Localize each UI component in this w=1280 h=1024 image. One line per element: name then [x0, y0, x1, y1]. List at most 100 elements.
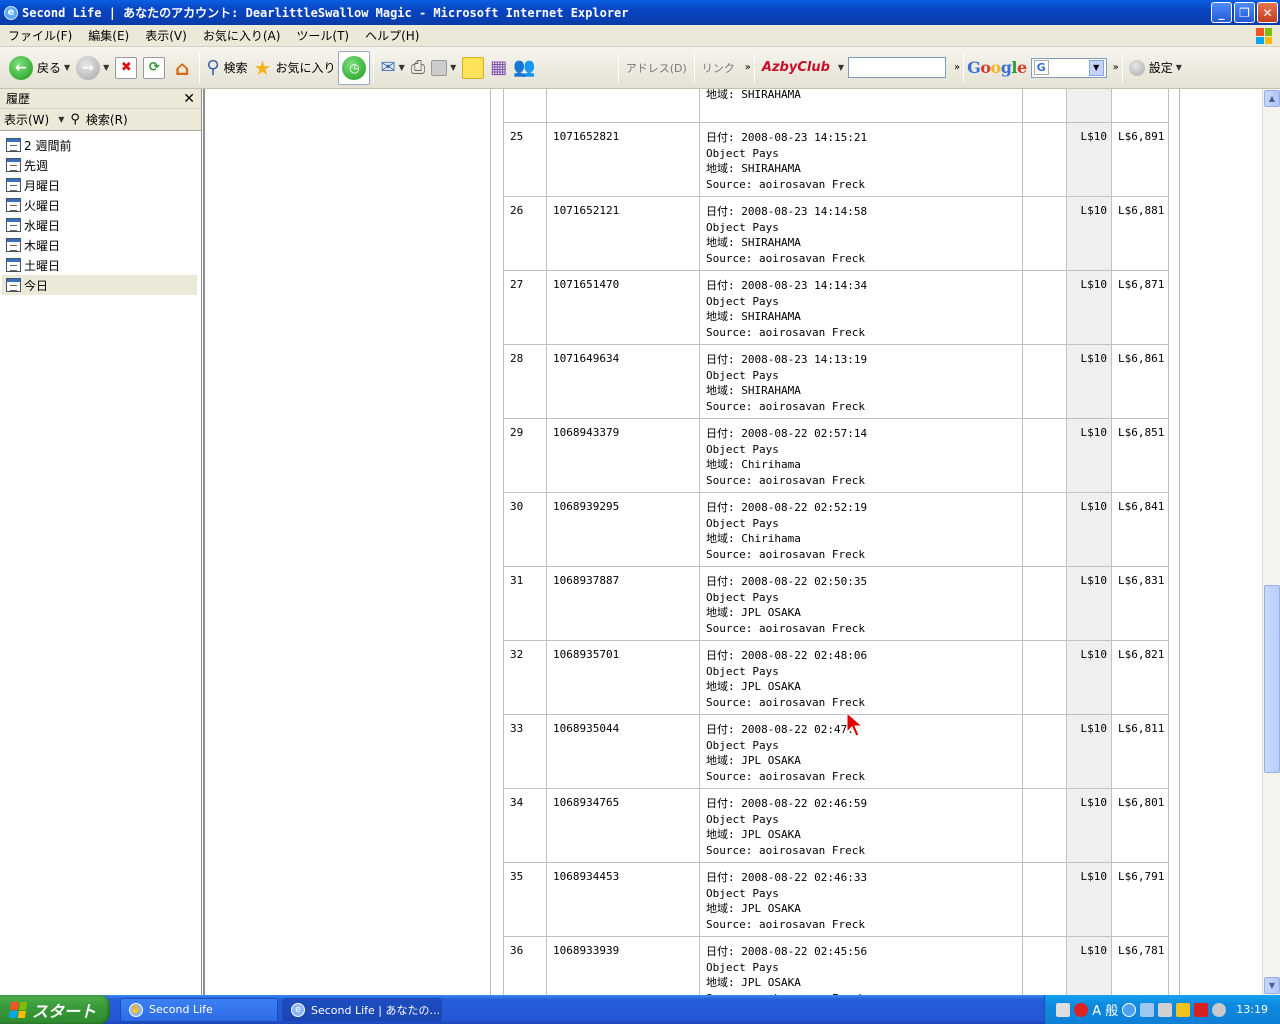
minimize-button[interactable]: _ [1211, 2, 1232, 23]
menu-favorites[interactable]: お気に入り(A) [195, 27, 289, 44]
history-item-2-weeks-ago[interactable]: 2 週間前 [0, 135, 201, 155]
close-button[interactable]: ✕ [1257, 2, 1278, 23]
google-logo[interactable]: Google [967, 58, 1027, 77]
refresh-button[interactable]: ⟳ [140, 51, 168, 85]
address-label[interactable]: アドレス(D) [622, 60, 691, 76]
cell-type: Object Pays [706, 886, 779, 900]
ime-mode[interactable]: A 般 [1092, 1000, 1118, 1019]
cell-transaction-id: 1068935044 [546, 714, 700, 789]
history-item-wednesday[interactable]: 水曜日 [0, 215, 201, 235]
scroll-down-button[interactable]: ▼ [1264, 977, 1280, 994]
history-item-today[interactable]: 今日 [2, 275, 197, 295]
messenger-button[interactable]: 👥 [510, 51, 538, 85]
azbyclub-logo[interactable]: AzbyClub [762, 60, 830, 75]
research-icon: ▦ [490, 57, 508, 78]
calendar-icon [6, 178, 21, 192]
back-button[interactable]: ← 戻る ▼ [6, 51, 73, 85]
settings-button[interactable]: 設定 ▼ [1126, 51, 1185, 85]
edit-button[interactable]: ▼ [428, 51, 459, 85]
mail-button[interactable]: ✉ ▼ [377, 51, 407, 85]
azby-search-input[interactable] [848, 57, 947, 78]
history-item-tuesday[interactable]: 火曜日 [0, 195, 201, 215]
cell-empty [1022, 862, 1067, 937]
close-icon[interactable]: ✕ [183, 91, 195, 107]
network-icon[interactable] [1140, 1002, 1155, 1017]
taskbar-item-second-life[interactable]: ✋ Second Life [120, 997, 278, 1022]
chevron-down-icon[interactable]: ▼ [64, 63, 70, 72]
scroll-thumb[interactable] [1264, 585, 1280, 773]
cell-description: 日付: 2008-08-23 14:14:58 Object Pays 地域: SH… [699, 196, 1023, 271]
cell-empty [1022, 936, 1067, 995]
menu-help[interactable]: ヘルプ(H) [357, 27, 427, 44]
research-button[interactable]: ▦ [487, 51, 510, 85]
calendar-icon [6, 278, 21, 292]
home-icon: ⌂ [175, 55, 190, 80]
cell-row-number: 28 [503, 344, 547, 419]
update-icon[interactable] [1212, 1002, 1227, 1017]
chevron-left-icon[interactable] [1122, 1002, 1137, 1017]
stop-button[interactable]: ✖ [112, 51, 140, 85]
cell-region: 地域: JPL OSAKA [706, 754, 801, 767]
note-icon [462, 56, 485, 79]
cell-type: Object Pays [706, 590, 779, 604]
print-button[interactable]: ⎙ [408, 51, 428, 85]
history-item-last-week[interactable]: 先週 [0, 155, 201, 175]
chevron-down-icon[interactable]: ▼ [58, 115, 64, 124]
cell-region: 地域: SHIRAHAMA [706, 236, 801, 249]
edit-icon [431, 59, 448, 76]
links-label[interactable]: リンク [698, 60, 739, 76]
google-search-select[interactable]: G ▼ [1030, 57, 1107, 78]
chevron-down-icon[interactable]: ▼ [1176, 63, 1182, 72]
search-button[interactable]: ⚲ 検索 [203, 51, 250, 85]
table-row: 地域: SHIRAHAMA [503, 89, 1170, 123]
cell-transaction-id: 1071652121 [546, 196, 700, 271]
menu-file[interactable]: ファイル(F) [0, 27, 80, 44]
chevron-down-icon[interactable]: ▼ [450, 63, 456, 72]
cell-empty [1022, 492, 1067, 567]
cell-balance: L$6,831 [1110, 566, 1170, 641]
cell-date: 日付: 2008-08-22 02:45:56 [706, 945, 868, 958]
calendar-icon [6, 258, 21, 272]
cell-amount: L$10 [1066, 788, 1112, 863]
favorites-button[interactable]: ★ お気に入り [251, 51, 339, 85]
history-item-thursday[interactable]: 木曜日 [0, 235, 201, 255]
vertical-scrollbar[interactable]: ▲ ▼ [1262, 89, 1280, 995]
maximize-button[interactable]: ❐ [1234, 2, 1255, 23]
cell-region: 地域: JPL OSAKA [706, 902, 801, 915]
menu-tools[interactable]: ツール(T) [288, 27, 357, 44]
taskbar-item-ie[interactable]: e Second Life | あなたの... [282, 997, 442, 1022]
messenger-icon: 👥 [513, 57, 536, 78]
title-bar[interactable]: e Second Life | あなたのアカウント: DearlittleSwa… [0, 0, 1280, 25]
notes-button[interactable] [459, 51, 487, 85]
warning-icon[interactable] [1176, 1002, 1191, 1017]
shield-icon[interactable] [1194, 1002, 1209, 1017]
windows-flag-icon [8, 1001, 28, 1018]
clock: 13:19 [1236, 1003, 1268, 1016]
history-button[interactable]: ◷ [338, 50, 371, 85]
scroll-up-button[interactable]: ▲ [1264, 90, 1280, 107]
cell-transaction-id: 1071649634 [546, 344, 700, 419]
sidebar-view-button[interactable]: 表示(W) [4, 111, 49, 128]
history-item-monday[interactable]: 月曜日 [0, 175, 201, 195]
sidebar-search-button[interactable]: 検索(R) [86, 111, 128, 128]
chevron-down-icon[interactable]: ▼ [1088, 59, 1104, 76]
history-icon: ◷ [342, 55, 367, 80]
ime-icon[interactable] [1074, 1002, 1089, 1017]
transaction-table: 地域: SHIRAHAMA 25 1071652821 日付: 2008-08-23… [503, 89, 1170, 995]
menu-edit[interactable]: 編集(E) [80, 27, 137, 44]
history-item-saturday[interactable]: 土曜日 [0, 255, 201, 275]
cell-row-number: 25 [503, 122, 547, 197]
volume-icon[interactable] [1158, 1002, 1173, 1017]
keyboard-icon[interactable] [1056, 1002, 1071, 1017]
chevron-down-icon[interactable]: ▼ [103, 63, 109, 72]
chevron-down-icon[interactable]: ▼ [838, 63, 844, 72]
chevron-right-icon[interactable]: » [1113, 62, 1119, 73]
chevron-right-icon[interactable]: » [745, 62, 751, 73]
menu-view[interactable]: 表示(V) [137, 27, 195, 44]
forward-button[interactable]: → ▼ [73, 51, 112, 85]
chevron-down-icon[interactable]: ▼ [399, 63, 405, 72]
chevron-right-icon[interactable]: » [954, 62, 960, 73]
start-button[interactable]: スタート [0, 995, 110, 1024]
toolbar-separator [963, 52, 965, 83]
home-button[interactable]: ⌂ [168, 51, 196, 85]
